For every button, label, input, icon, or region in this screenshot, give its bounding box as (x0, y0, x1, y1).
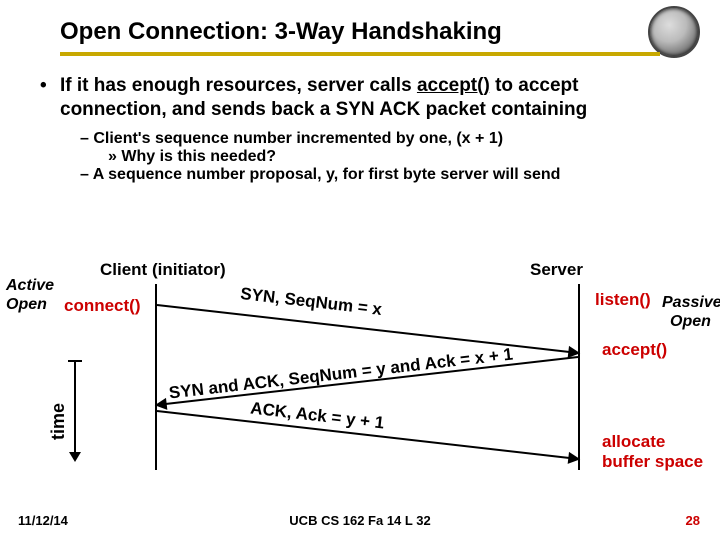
passive-open-a: Passive (662, 294, 720, 312)
allocate-b: buffer space (602, 452, 703, 472)
sub-sub-bullet: » Why is this needed? (40, 148, 690, 166)
server-label: Server (530, 260, 583, 280)
passive-open-b: Open (670, 313, 711, 331)
listen-call: listen() (595, 290, 651, 310)
time-label: time (48, 403, 69, 440)
bullet-text-a: If it has enough resources, server calls (60, 75, 417, 96)
active-open-a: Active (6, 277, 54, 295)
time-arrow-icon (74, 360, 76, 460)
msg-synack: SYN and ACK, SeqNum = y and Ack = x + 1 (168, 344, 514, 403)
bullet-main: • If it has enough resources, server cal… (40, 74, 690, 122)
title-rule (60, 52, 660, 56)
client-timeline (155, 284, 157, 470)
accept-call: accept() (602, 340, 667, 360)
handshake-diagram: Client (initiator) Server Active Open co… (0, 260, 720, 490)
footer-course: UCB CS 162 Fa 14 L 32 (0, 513, 720, 528)
connect-call: connect() (64, 296, 141, 316)
active-open-b: Open (6, 296, 47, 314)
accept-underlined: accept() (417, 75, 490, 96)
msg-syn: SYN, SeqNum = x (239, 284, 383, 320)
client-label: Client (initiator) (100, 260, 226, 280)
server-timeline (578, 284, 580, 470)
sub-bullet-a: – Client's sequence number incremented b… (40, 130, 690, 148)
slide-title: Open Connection: 3-Way Handshaking (60, 18, 680, 46)
sub-bullet-b: – A sequence number proposal, y, for fir… (40, 166, 690, 184)
footer-page-number: 28 (686, 513, 700, 528)
allocate-a: allocate (602, 432, 665, 452)
